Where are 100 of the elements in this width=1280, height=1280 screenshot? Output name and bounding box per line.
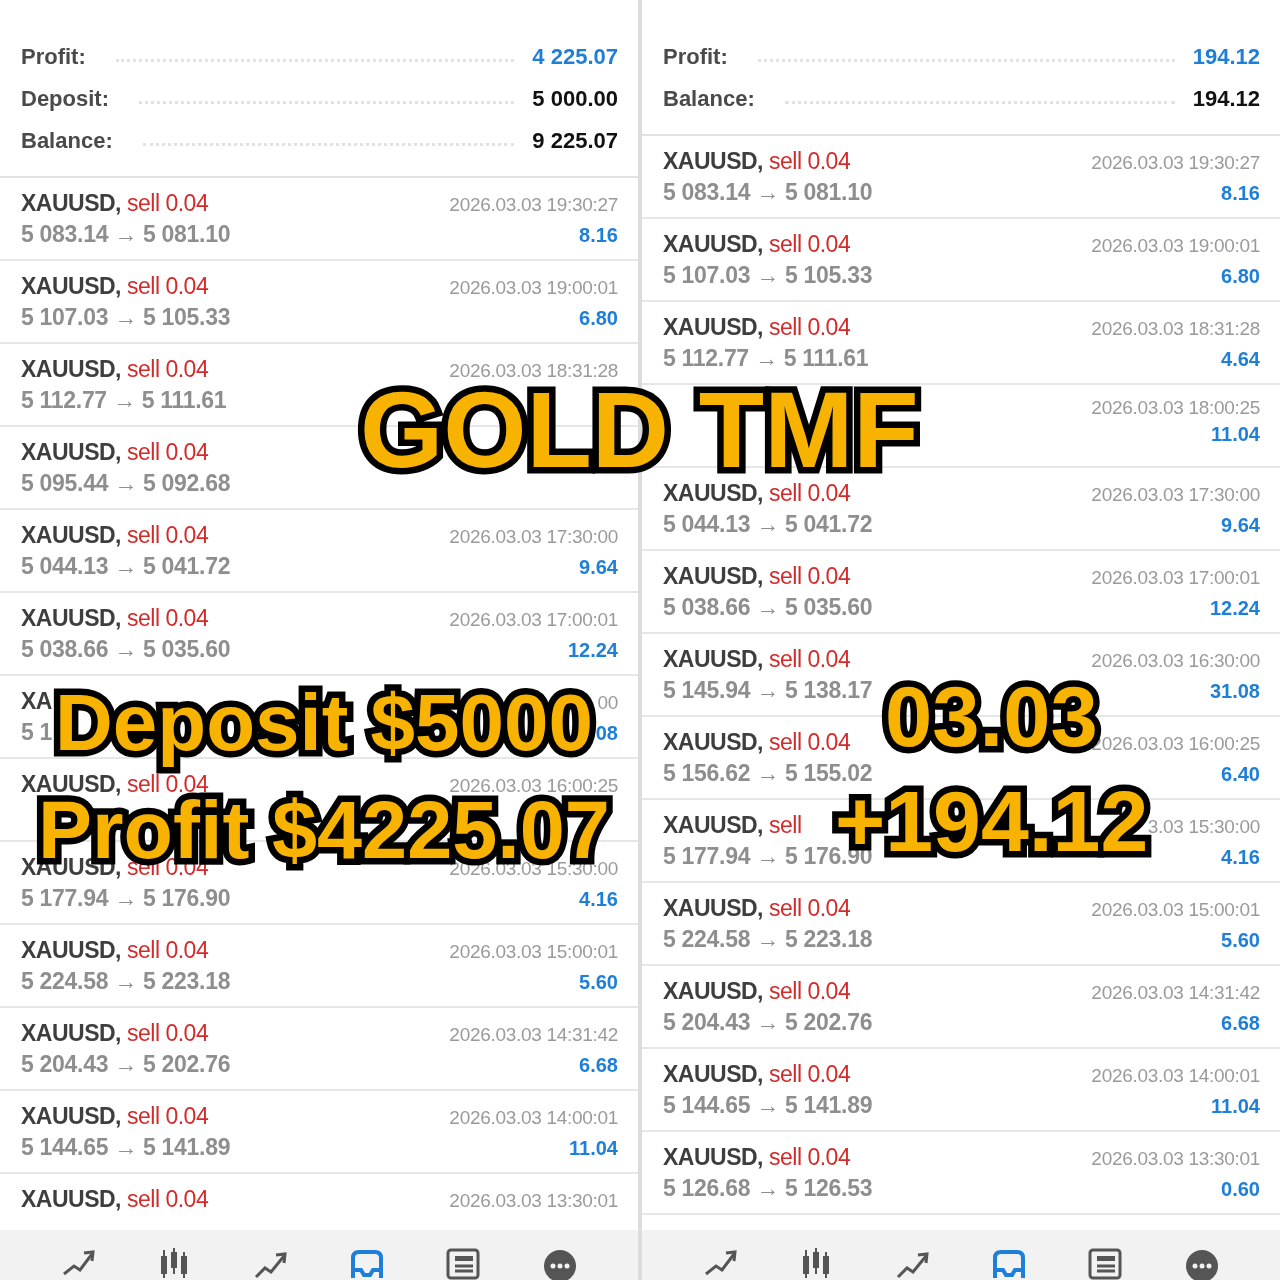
trade-profit: 6.68	[1221, 1012, 1260, 1035]
trade-time: 2026.03.03 19:00:01	[449, 277, 618, 299]
trade-profit: 12.24	[1209, 597, 1260, 620]
order-side: sell 0.04	[127, 771, 209, 797]
trade-time: 2026.03.03 17:30:00	[1091, 484, 1260, 506]
trade-time: 2026.03.03 19:30:27	[1091, 152, 1260, 174]
symbol-text: XAUUSD,	[21, 522, 121, 548]
symbol-text: XAUUSD,	[663, 895, 763, 921]
trade-time: 2026.03.03 17:00:01	[1091, 567, 1260, 589]
order-side: sell 0.04	[127, 356, 209, 382]
order-side: sell 0.04	[127, 1186, 209, 1212]
order-side: sell 0.04	[769, 978, 851, 1004]
trade-profit: 0.60	[1221, 1178, 1260, 1201]
symbol-text: XAUUSD,	[663, 646, 763, 672]
trade-prices: 5 224.58 → 5 223.18	[663, 926, 873, 953]
symbol-text: XAUUSD,	[21, 273, 121, 299]
trade-time: 2026.03.03 15:00:01	[1091, 899, 1260, 921]
trade-time: 2026.03.03 14:31:42	[1091, 982, 1260, 1004]
trade-prices: 5 224.58 → 5 223.18	[21, 968, 231, 995]
symbol-text: XAUUSD,	[21, 605, 121, 631]
trade-time: 2026.03.03 19:30:27	[449, 194, 618, 216]
symbol-text: XAUUSD,	[663, 480, 763, 506]
order-side: sell 0.04	[127, 273, 209, 299]
trade-time: 2026.03.03 14:31:42	[449, 1024, 618, 1046]
trade-time: 2026.03.03 15:00:01	[449, 941, 618, 963]
symbol-text: XAUUSD,	[663, 729, 763, 755]
trade-prices: 5 112.77 → 5 111.61	[663, 345, 869, 372]
trade-profit: 6.40	[1221, 763, 1260, 786]
trade-time: 3.03 15:30:00	[1147, 816, 1260, 838]
order-side: sell 0.04	[127, 1020, 209, 1046]
summary-value: 194.12	[1192, 86, 1260, 112]
trade-time: 2026.03.03 16:30:00	[1091, 650, 1260, 672]
symbol-text: XAUUSD,	[663, 563, 763, 589]
trade-prices: 5 095.44 → 5 092.68	[21, 470, 231, 497]
trade-time: 2026.03.03 14:00:01	[1091, 1065, 1260, 1087]
order-side: sell 0.04	[769, 148, 851, 174]
trade-prices: 5 204.43 → 5 202.76	[21, 1051, 231, 1078]
order-side: sell 0.04	[127, 1103, 209, 1129]
trade-prices: 5 177.94 → 5 176.90	[21, 885, 231, 912]
trade-prices: 5 044.13 → 5 041.72	[663, 511, 873, 538]
symbol-text: XAUUSD,	[663, 812, 763, 838]
symbol-text: XAUUSD,	[21, 1186, 121, 1212]
trade-profit: 5.60	[579, 971, 618, 994]
trade-prices: 5 126.68 → 5 126.53	[663, 1175, 873, 1202]
trade-prices: 5 204.43 → 5 202.76	[663, 1009, 873, 1036]
trade-prices: 5 1	[21, 719, 53, 746]
trade-time: 2026.03.03 18:00:25	[1091, 397, 1260, 419]
symbol-text: XAUUSD,	[21, 1020, 121, 1046]
order-side: sell 0.04	[127, 439, 209, 465]
summary-value: 194.12	[1192, 44, 1260, 70]
trade-time: 2026.03.03 19:00:01	[1091, 235, 1260, 257]
symbol-text: XA	[21, 688, 52, 714]
symbol-text: XAUUSD,	[21, 356, 121, 382]
symbol-text: XAUUSD,	[21, 1103, 121, 1129]
order-side: sell	[769, 812, 802, 838]
trade-time: 00	[597, 692, 618, 714]
trade-time: 2026.03.03 17:30:00	[449, 526, 618, 548]
symbol-text: XAUUSD,	[663, 314, 763, 340]
trade-profit: 6.68	[579, 1054, 618, 1077]
trade-profit: 9.64	[1221, 514, 1260, 537]
symbol-text: XAUUSD,	[21, 771, 121, 797]
trade-prices: 5 083.14 → 5 081.10	[21, 221, 231, 248]
summary-label: Profit:	[663, 44, 728, 70]
trade-profit: 8.16	[579, 224, 618, 247]
trade-prices: 5 044.13 → 5 041.72	[21, 553, 231, 580]
trade-profit: 31.08	[1209, 680, 1260, 703]
order-side: sell 0.04	[127, 522, 209, 548]
trade-time: 2026.03.03 18:31:28	[1091, 318, 1260, 340]
summary-value: 5 000.00	[532, 86, 618, 112]
order-side: sell 0.04	[769, 895, 851, 921]
summary-value: 4 225.07	[532, 44, 618, 70]
trade-profit: 4.64	[1221, 348, 1260, 371]
summary-label: Deposit:	[21, 86, 109, 112]
trade-profit: 4.16	[579, 888, 618, 911]
trade-profit: 08	[595, 722, 618, 745]
trade-profit: 11.04	[1211, 423, 1260, 446]
trade-profit: 5.60	[1221, 929, 1260, 952]
summary-label: Balance:	[21, 128, 113, 154]
symbol-text: XAUUSD,	[663, 1061, 763, 1087]
order-side: sell 0.04	[769, 480, 851, 506]
trade-prices: 5 038.66 → 5 035.60	[21, 636, 231, 663]
symbol-text: XAUUSD,	[663, 231, 763, 257]
symbol-text: XAUUSD,	[663, 148, 763, 174]
trade-profit: 11.04	[569, 1137, 618, 1160]
trade-profit: 4.16	[1221, 846, 1260, 869]
order-side: sell 0.04	[769, 1144, 851, 1170]
trade-time: 2026.03.03 17:00:01	[449, 609, 618, 631]
order-side: sell 0.04	[127, 605, 209, 631]
summary-label: Balance:	[663, 86, 755, 112]
trade-profit: 6.80	[579, 307, 618, 330]
order-side: sell 0.04	[769, 646, 851, 672]
trade-prices: 5 083.14 → 5 081.10	[663, 179, 873, 206]
order-side: sell 0.04	[769, 729, 851, 755]
order-side: sell 0.04	[769, 314, 851, 340]
trade-prices: 5 145.94 → 5 138.17	[663, 677, 873, 704]
trade-profit: 8.16	[1221, 182, 1260, 205]
symbol-text: XAUUSD,	[21, 439, 121, 465]
trade-prices: 5 038.66 → 5 035.60	[663, 594, 873, 621]
trade-time: 2026.03.03 13:30:01	[1091, 1148, 1260, 1170]
symbol-text: XAUUSD,	[21, 190, 121, 216]
